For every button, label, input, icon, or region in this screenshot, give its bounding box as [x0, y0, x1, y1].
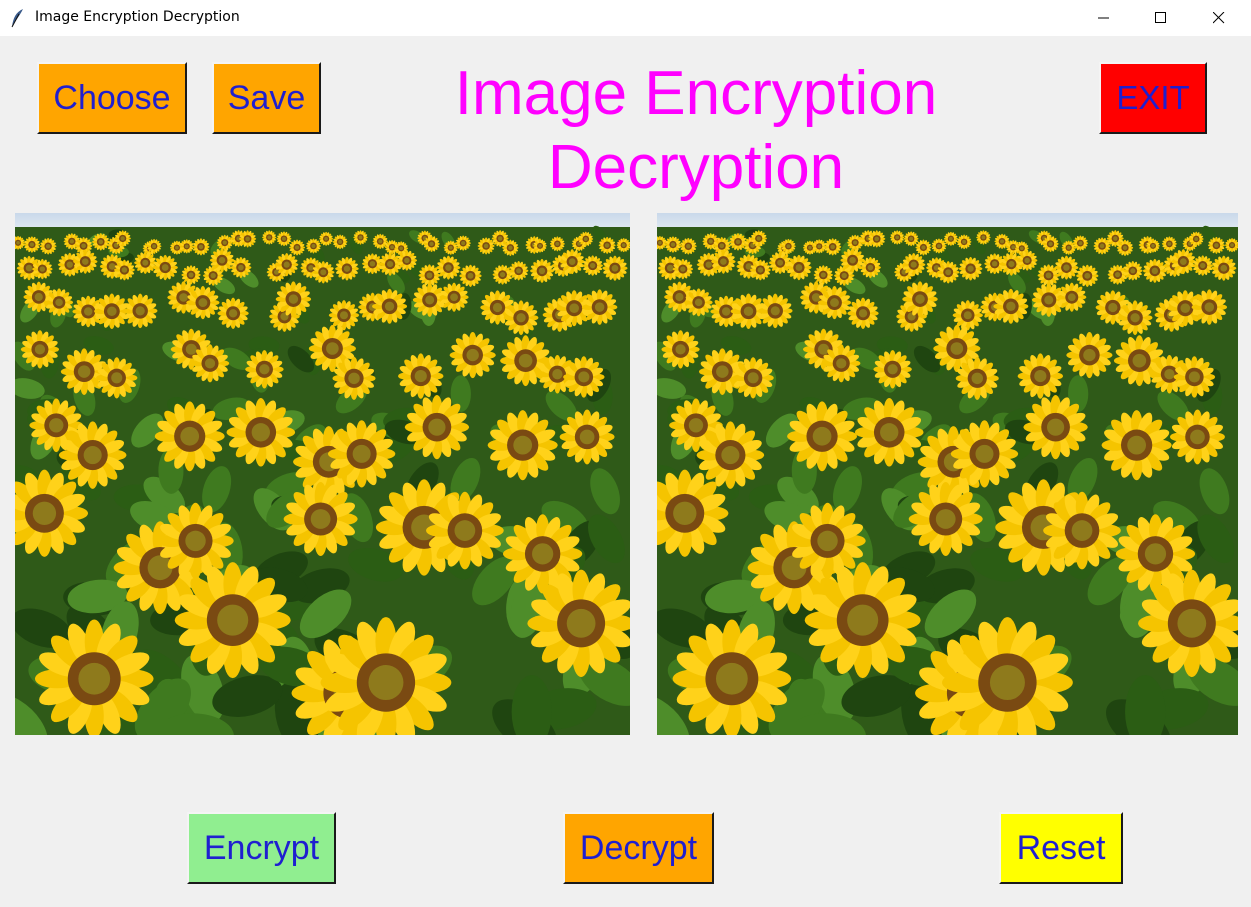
original-image: [15, 213, 630, 735]
maximize-button[interactable]: [1138, 0, 1184, 36]
maximize-icon: [1155, 12, 1166, 23]
sunflower-field-image: [15, 213, 630, 735]
processed-image: [657, 213, 1238, 735]
minimize-icon: [1098, 17, 1109, 19]
app-window: Choose Save Image Encryption Decryption …: [0, 37, 1251, 907]
minimize-button[interactable]: [1081, 0, 1127, 36]
close-button[interactable]: [1196, 0, 1242, 36]
window-title: Image Encryption Decryption: [35, 9, 240, 25]
close-icon: [1213, 12, 1225, 24]
choose-button[interactable]: Choose: [37, 62, 187, 134]
decrypt-button[interactable]: Decrypt: [563, 812, 714, 884]
window-titlebar: Image Encryption Decryption: [0, 0, 1251, 36]
feather-icon: [10, 8, 26, 28]
exit-button[interactable]: EXIT: [1099, 62, 1207, 134]
page-title-line-1: Image Encryption: [454, 59, 938, 128]
page-title: Image Encryption Decryption: [380, 57, 1012, 205]
sunflower-field-image: [657, 213, 1238, 735]
save-button[interactable]: Save: [212, 62, 321, 134]
reset-button[interactable]: Reset: [999, 812, 1123, 884]
encrypt-button[interactable]: Encrypt: [187, 812, 336, 884]
page-title-line-2: Decryption: [547, 133, 845, 202]
